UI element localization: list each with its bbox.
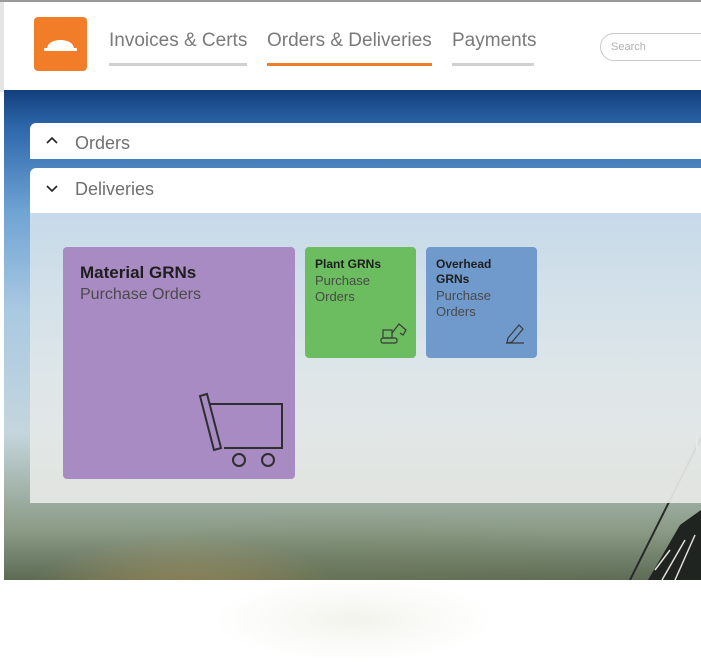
orders-section-header[interactable]: Orders	[30, 123, 701, 159]
tile-title: Material GRNs	[80, 263, 197, 282]
excavator-icon	[380, 323, 407, 344]
nav-payments[interactable]: Payments	[452, 30, 536, 66]
top-header: Invoices & Certs Orders & Deliveries Pay…	[0, 0, 701, 92]
chevron-down-icon	[46, 185, 58, 193]
nav-orders-deliveries[interactable]: Orders & Deliveries	[267, 30, 432, 66]
shopping-cart-icon	[198, 392, 283, 467]
logo[interactable]	[34, 17, 87, 71]
tile-subtitle: Purchase Orders	[80, 286, 201, 303]
tile-title: Plant GRNs	[315, 257, 382, 271]
chevron-up-icon	[46, 136, 58, 144]
window-edge	[0, 2, 4, 92]
tile-material-grns[interactable]: Material GRNs Purchase Orders	[63, 247, 295, 479]
orders-section-title: Orders	[75, 133, 131, 153]
tile-overhead-grns[interactable]: Overhead GRNs Purchase Orders	[426, 247, 537, 358]
tile-subtitle: Purchase Orders	[436, 288, 491, 319]
nav-invoices-certs[interactable]: Invoices & Certs	[109, 30, 247, 66]
tile-plant-grns[interactable]: Plant GRNs Purchase Orders	[305, 247, 416, 358]
hard-hat-icon	[44, 40, 77, 51]
pencil-icon	[506, 324, 524, 344]
tile-title: Overhead GRNs	[436, 257, 492, 286]
deliveries-section-header[interactable]: Deliveries	[30, 168, 701, 213]
deliveries-section-title: Deliveries	[75, 179, 155, 199]
search-input[interactable]	[600, 33, 701, 61]
tile-subtitle: Purchase Orders	[315, 273, 370, 304]
